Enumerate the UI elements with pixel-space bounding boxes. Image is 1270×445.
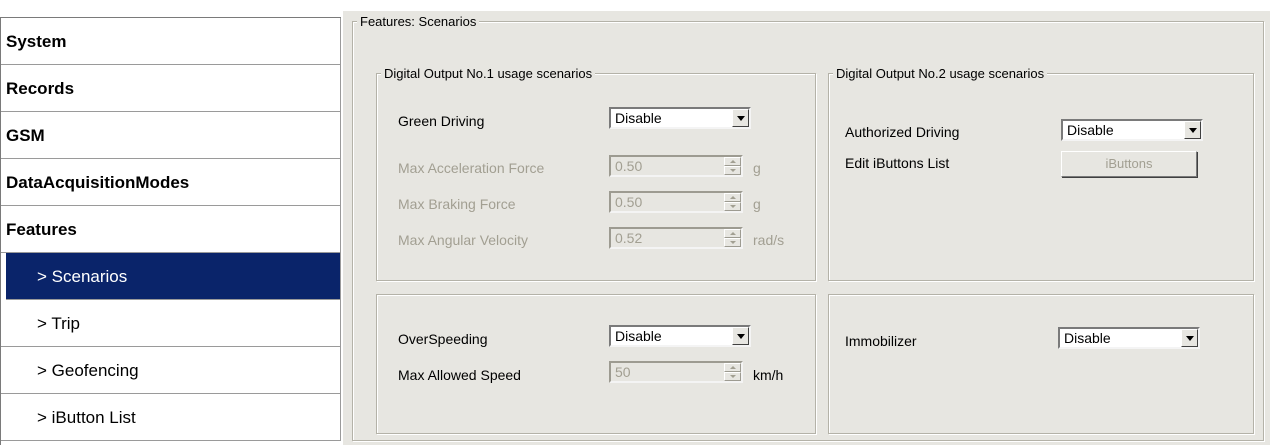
sidebar-item-label: > Scenarios: [37, 267, 128, 286]
spin-up-icon[interactable]: [724, 157, 741, 166]
spin-up-icon[interactable]: [724, 363, 741, 372]
chevron-down-icon[interactable]: [1181, 329, 1198, 347]
spin-down-icon[interactable]: [724, 202, 741, 211]
max-braking-unit: g: [753, 196, 761, 212]
max-angular-unit: rad/s: [753, 232, 785, 248]
sidebar-item-label: > Trip: [37, 314, 80, 333]
immobilizer-select[interactable]: Disable: [1058, 327, 1200, 349]
overspeeding-select[interactable]: Disable: [609, 325, 751, 347]
max-braking-label: Max Braking Force: [398, 196, 516, 212]
ibuttons-button[interactable]: iButtons: [1061, 151, 1197, 177]
spin-down-icon[interactable]: [724, 372, 741, 381]
max-acceleration-spinner[interactable]: 0.50: [609, 155, 743, 177]
sidebar-item-data-acquisition-modes[interactable]: DataAcquisitionModes: [1, 159, 341, 206]
sidebar-item-gsm[interactable]: GSM: [1, 112, 341, 159]
sidebar-item-geofencing[interactable]: > Geofencing: [1, 347, 341, 394]
sidebar-item-label: Features: [6, 220, 77, 239]
authorized-driving-value: Disable: [1067, 122, 1114, 138]
max-angular-label: Max Angular Velocity: [398, 232, 528, 248]
sidebar-item-system[interactable]: System: [1, 18, 341, 65]
chevron-down-icon[interactable]: [732, 109, 749, 127]
sidebar-nav: System Records GSM DataAcquisitionModes …: [0, 17, 341, 445]
spin-down-icon[interactable]: [724, 166, 741, 175]
immobilizer-group: Immobilizer Disable: [828, 294, 1254, 434]
scenarios-panel: Features: Scenarios Digital Output No.1 …: [343, 11, 1270, 445]
green-driving-value: Disable: [615, 110, 662, 126]
immobilizer-label: Immobilizer: [845, 333, 917, 349]
edit-ibuttons-label: Edit iButtons List: [845, 155, 950, 171]
sidebar-item-label: GSM: [6, 126, 45, 145]
max-allowed-speed-spinner[interactable]: 50: [609, 361, 743, 383]
spinner-arrows[interactable]: [724, 193, 741, 211]
max-allowed-speed-unit: km/h: [753, 367, 784, 383]
green-driving-select[interactable]: Disable: [609, 107, 751, 129]
green-driving-label: Green Driving: [398, 113, 485, 129]
max-allowed-speed-value: 50: [615, 364, 631, 380]
overspeeding-value: Disable: [615, 328, 662, 344]
overspeeding-group: OverSpeeding Disable Max Allowed Speed 5…: [376, 294, 816, 434]
max-acceleration-value: 0.50: [615, 158, 643, 174]
max-angular-value: 0.52: [615, 230, 643, 246]
spin-up-icon[interactable]: [724, 229, 741, 238]
sidebar-item-records[interactable]: Records: [1, 65, 341, 112]
immobilizer-value: Disable: [1064, 330, 1111, 346]
sidebar-item-label: > Geofencing: [37, 361, 139, 380]
sidebar-item-features[interactable]: Features: [1, 206, 341, 253]
authorized-driving-select[interactable]: Disable: [1061, 119, 1203, 141]
spin-up-icon[interactable]: [724, 193, 741, 202]
max-braking-spinner[interactable]: 0.50: [609, 191, 743, 213]
max-acceleration-unit: g: [753, 160, 761, 176]
sidebar-item-label: > iButton List: [37, 408, 136, 427]
digital-output-2-group: Digital Output No.2 usage scenarios Auth…: [828, 66, 1254, 281]
sidebar-item-label: DataAcquisitionModes: [6, 173, 190, 192]
max-acceleration-label: Max Acceleration Force: [398, 160, 545, 176]
chevron-down-icon[interactable]: [732, 327, 749, 345]
spinner-arrows[interactable]: [724, 363, 741, 381]
digital-output-2-title: Digital Output No.2 usage scenarios: [833, 66, 1048, 81]
sidebar-item-trip[interactable]: > Trip: [1, 300, 341, 347]
sidebar-item-scenarios[interactable]: > Scenarios: [6, 253, 341, 300]
digital-output-1-group: Digital Output No.1 usage scenarios Gree…: [376, 66, 816, 281]
spinner-arrows[interactable]: [724, 157, 741, 175]
authorized-driving-label: Authorized Driving: [845, 124, 960, 140]
sidebar-item-ibutton-list[interactable]: > iButton List: [1, 394, 341, 441]
spinner-arrows[interactable]: [724, 229, 741, 247]
spin-down-icon[interactable]: [724, 238, 741, 247]
sidebar-item-label: Records: [6, 79, 75, 98]
max-angular-spinner[interactable]: 0.52: [609, 227, 743, 249]
features-scenarios-title: Features: Scenarios: [357, 14, 480, 29]
sidebar-item-label: System: [6, 32, 67, 51]
overspeeding-label: OverSpeeding: [398, 331, 488, 347]
max-braking-value: 0.50: [615, 194, 643, 210]
max-allowed-speed-label: Max Allowed Speed: [398, 367, 521, 383]
digital-output-1-title: Digital Output No.1 usage scenarios: [381, 66, 596, 81]
chevron-down-icon[interactable]: [1184, 121, 1201, 139]
